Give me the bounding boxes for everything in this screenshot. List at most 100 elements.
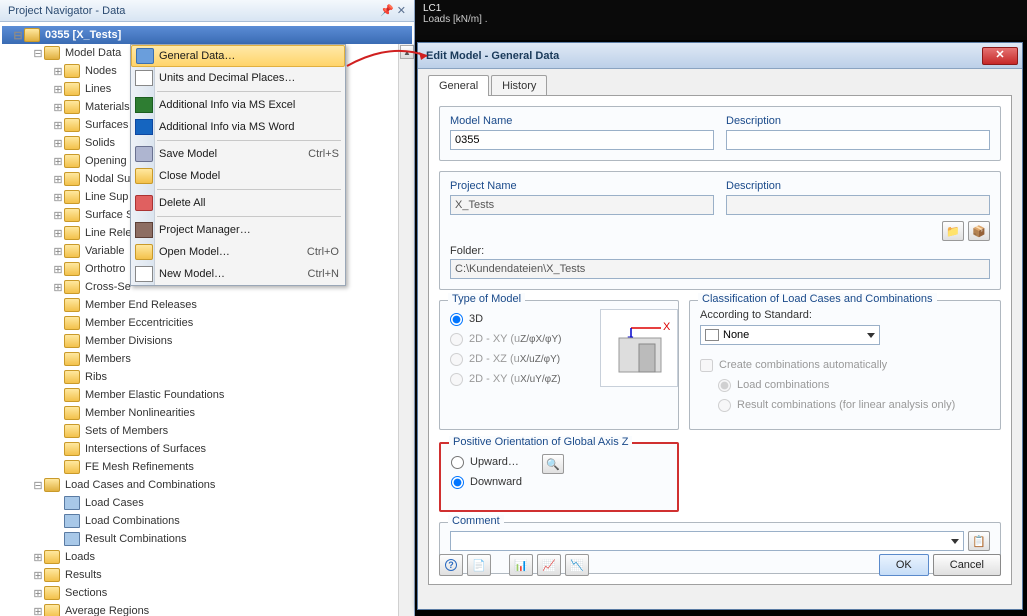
project-btn-2[interactable]: 📦 xyxy=(968,221,990,241)
help-icon: ? xyxy=(445,559,457,571)
menu-delete[interactable]: Delete All xyxy=(131,192,345,214)
svg-text:X: X xyxy=(663,321,671,333)
dialog-button-bar: ? 📄 📊 📈 📉 OK Cancel xyxy=(439,554,1001,576)
menu-close[interactable]: Close Model xyxy=(131,165,345,187)
tree-root[interactable]: ⊟ 0355 [X_Tests] xyxy=(2,26,412,44)
menu-save[interactable]: Save Model Ctrl+S xyxy=(131,143,345,165)
tree-item[interactable]: Member Elastic Foundations xyxy=(2,386,412,404)
toolbar-btn-3[interactable]: 📈 xyxy=(537,554,561,576)
units-icon xyxy=(135,70,153,86)
project-name-value: X_Tests xyxy=(450,195,714,215)
pin-icon[interactable]: 📌 ✕ xyxy=(380,4,406,17)
tree-item[interactable]: Result Combinations xyxy=(2,530,412,548)
menu-general-data[interactable]: General Data… xyxy=(131,45,345,67)
word-icon xyxy=(135,119,153,135)
standard-combo[interactable]: None xyxy=(700,325,880,345)
model-name-group: Model Name Description xyxy=(439,106,1001,161)
menu-new[interactable]: New Model… Ctrl+N xyxy=(131,263,345,285)
flag-icon xyxy=(705,329,719,341)
description-input[interactable] xyxy=(726,130,990,150)
model-preview-icon: X Z xyxy=(600,309,678,387)
menu-project-manager[interactable]: Project Manager… xyxy=(131,219,345,241)
project-group: Project Name X_Tests Description 📁 📦 Fol… xyxy=(439,171,1001,290)
menu-excel[interactable]: Additional Info via MS Excel xyxy=(131,94,345,116)
tree-item[interactable]: Member End Releases xyxy=(2,296,412,314)
project-name-label: Project Name xyxy=(450,180,714,192)
radio-load-comb: Load combinations xyxy=(700,375,990,395)
help-button[interactable]: ? xyxy=(439,554,463,576)
ok-button[interactable]: OK xyxy=(879,554,929,576)
folder-value: C:\Kundendateien\X_Tests xyxy=(450,259,990,279)
delete-icon xyxy=(135,195,153,211)
tab-history[interactable]: History xyxy=(491,75,547,96)
tree-item[interactable]: Member Eccentricities xyxy=(2,314,412,332)
cancel-button[interactable]: Cancel xyxy=(933,554,1001,576)
toolbar-btn-2[interactable]: 📊 xyxy=(509,554,533,576)
context-menu: General Data… Units and Decimal Places… … xyxy=(130,44,346,286)
excel-icon xyxy=(135,97,153,113)
menu-open[interactable]: Open Model… Ctrl+O xyxy=(131,241,345,263)
save-icon xyxy=(135,146,153,162)
type-of-model-group: Type of Model 3D 2D - XY (uZ/φX/φY) 2D -… xyxy=(439,300,679,430)
tree-item[interactable]: Load Cases xyxy=(2,494,412,512)
tree-item[interactable]: ⊞Sections xyxy=(2,584,412,602)
edit-model-dialog: Edit Model - General Data ✕ General Hist… xyxy=(417,42,1023,610)
model-name-input[interactable] xyxy=(450,130,714,150)
pm-icon xyxy=(135,222,153,238)
scroll-up-icon[interactable]: ▲ xyxy=(400,45,414,59)
viewport-header: LC1 Loads [kN/m] . xyxy=(415,0,1027,40)
comment-combo[interactable] xyxy=(450,531,964,551)
tree-item[interactable]: ⊞Average Regions xyxy=(2,602,412,616)
lc-label: LC1 xyxy=(423,3,1019,14)
project-btn-1[interactable]: 📁 xyxy=(942,221,964,241)
dialog-close-button[interactable]: ✕ xyxy=(982,47,1018,65)
model-name-label: Model Name xyxy=(450,115,714,127)
project-desc-value xyxy=(726,195,990,215)
tree-item[interactable]: Member Divisions xyxy=(2,332,412,350)
comment-library-button[interactable]: 📋 xyxy=(968,531,990,551)
chk-auto: Create combinations automatically xyxy=(700,355,990,375)
tree-item[interactable]: Intersections of Surfaces xyxy=(2,440,412,458)
radio-upward[interactable]: Upward… xyxy=(451,452,522,472)
tree-item[interactable]: Sets of Members xyxy=(2,422,412,440)
chevron-down-icon xyxy=(951,539,959,544)
classification-group: Classification of Load Cases and Combina… xyxy=(689,300,1001,430)
axis-orientation-group: Positive Orientation of Global Axis Z Up… xyxy=(439,442,679,512)
acc-label: According to Standard: xyxy=(700,309,990,321)
tree-lcc[interactable]: ⊟ Load Cases and Combinations xyxy=(2,476,412,494)
tree-item[interactable]: Member Nonlinearities xyxy=(2,404,412,422)
navigator-title-bar: Project Navigator - Data 📌 ✕ xyxy=(0,0,414,22)
navigator-title: Project Navigator - Data xyxy=(8,5,125,17)
comment-legend: Comment xyxy=(448,515,504,527)
tab-panel-general: Model Name Description Project Name X_Te… xyxy=(428,95,1012,585)
radio-downward[interactable]: Downward xyxy=(451,472,522,492)
type-legend: Type of Model xyxy=(448,293,525,305)
menu-word[interactable]: Additional Info via MS Word xyxy=(131,116,345,138)
tab-strip: General History xyxy=(428,75,1012,96)
tree-item[interactable]: Ribs xyxy=(2,368,412,386)
class-legend: Classification of Load Cases and Combina… xyxy=(698,293,937,305)
loads-label: Loads [kN/m] . xyxy=(423,14,1019,25)
navigator-scrollbar[interactable]: ▲ xyxy=(398,44,414,616)
tree-item[interactable]: ⊞Results xyxy=(2,566,412,584)
menu-units[interactable]: Units and Decimal Places… xyxy=(131,67,345,89)
toolbar-btn-4[interactable]: 📉 xyxy=(565,554,589,576)
folder-label: Folder: xyxy=(450,245,484,257)
tree-item[interactable]: FE Mesh Refinements xyxy=(2,458,412,476)
dialog-title: Edit Model - General Data xyxy=(426,50,559,62)
description-label: Description xyxy=(726,115,990,127)
open-icon xyxy=(135,244,153,260)
new-icon xyxy=(135,266,153,282)
tree-item[interactable]: Load Combinations xyxy=(2,512,412,530)
toolbar-btn-1[interactable]: 📄 xyxy=(467,554,491,576)
general-data-icon xyxy=(136,48,154,64)
radio-result-comb: Result combinations (for linear analysis… xyxy=(700,395,990,415)
tab-general[interactable]: General xyxy=(428,75,489,96)
axis-legend: Positive Orientation of Global Axis Z xyxy=(449,436,632,448)
tree-item[interactable]: ⊞Loads xyxy=(2,548,412,566)
tree-item[interactable]: Members xyxy=(2,350,412,368)
dialog-titlebar[interactable]: Edit Model - General Data ✕ xyxy=(418,43,1022,69)
axis-details-button[interactable]: 🔍 xyxy=(542,454,564,474)
project-desc-label: Description xyxy=(726,180,990,192)
chevron-down-icon xyxy=(867,333,875,338)
